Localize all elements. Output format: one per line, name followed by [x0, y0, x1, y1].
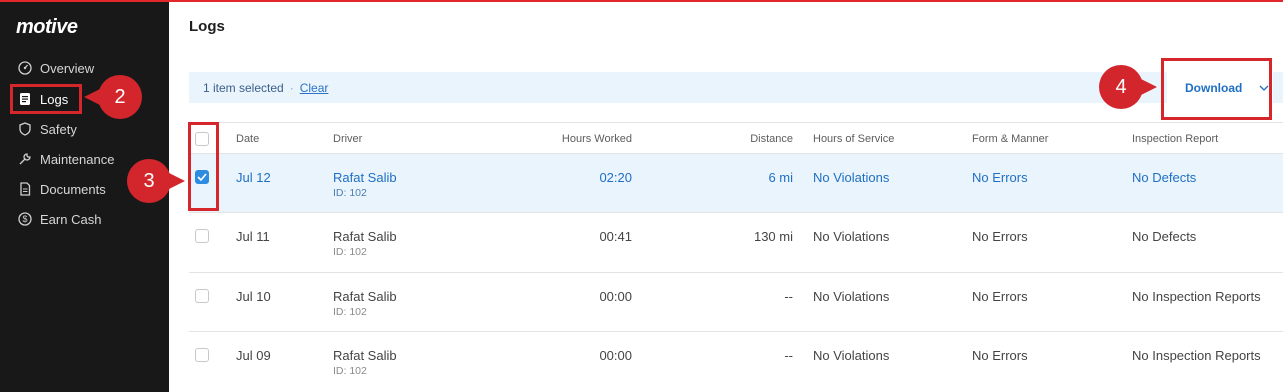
log-date[interactable]: Jul 09	[236, 348, 271, 363]
wrench-icon	[18, 152, 32, 166]
sidebar-item-earn-cash[interactable]: $ Earn Cash	[18, 209, 101, 229]
column-header-driver[interactable]: Driver	[333, 133, 362, 145]
shield-icon	[18, 122, 32, 136]
inspection-report[interactable]: No Inspection Reports	[1132, 289, 1261, 304]
callout-number: 4	[1115, 75, 1127, 98]
hours-worked: 02:20	[599, 170, 632, 185]
callout-4: 4	[1099, 65, 1157, 109]
sidebar-item-maintenance[interactable]: Maintenance	[18, 149, 114, 169]
distance: 6 mi	[768, 170, 793, 185]
document-icon	[18, 182, 32, 196]
form-manner[interactable]: No Errors	[972, 170, 1028, 185]
driver-id: ID: 102	[333, 306, 367, 318]
hours-of-service[interactable]: No Violations	[813, 289, 889, 304]
clear-selection-link[interactable]: Clear	[300, 81, 329, 95]
inspection-report[interactable]: No Defects	[1132, 170, 1196, 185]
driver-name[interactable]: Rafat Salib	[333, 348, 397, 363]
callout-number: 2	[114, 85, 126, 108]
log-date[interactable]: Jul 11	[236, 229, 270, 244]
sidebar-item-label: Overview	[40, 60, 95, 76]
sidebar-item-label: Documents	[40, 181, 106, 197]
driver-name[interactable]: Rafat Salib	[333, 289, 397, 304]
driver-id: ID: 102	[333, 246, 367, 258]
motive-logo[interactable]: motive	[16, 16, 78, 39]
column-header-distance[interactable]: Distance	[693, 133, 793, 145]
form-manner[interactable]: No Errors	[972, 348, 1028, 363]
row-checkbox[interactable]	[195, 229, 209, 243]
sidebar-item-documents[interactable]: Documents	[18, 179, 106, 199]
table-row[interactable]: Jul 11 Rafat Salib ID: 102 00:41 130 mi …	[189, 213, 1283, 271]
divider	[189, 122, 1283, 123]
callout-3: 3	[127, 159, 185, 203]
svg-text:$: $	[22, 214, 27, 224]
logs-highlight-box	[10, 84, 82, 114]
row-checkbox[interactable]	[195, 289, 209, 303]
column-header-inspection-report[interactable]: Inspection Report	[1132, 133, 1218, 145]
row-checkbox[interactable]	[195, 348, 209, 362]
distance: --	[784, 289, 793, 304]
table-row[interactable]: Jul 12 Rafat Salib ID: 102 02:20 6 mi No…	[189, 154, 1283, 212]
hours-worked: 00:00	[599, 289, 632, 304]
selection-count: 1 item selected	[203, 80, 284, 95]
hours-of-service[interactable]: No Violations	[813, 170, 889, 185]
inspection-report[interactable]: No Defects	[1132, 229, 1196, 244]
sidebar-item-safety[interactable]: Safety	[18, 119, 77, 139]
distance: --	[784, 348, 793, 363]
hours-worked: 00:41	[599, 229, 632, 244]
sidebar-item-label: Earn Cash	[40, 211, 102, 227]
hours-of-service[interactable]: No Violations	[813, 229, 889, 244]
sidebar-item-overview[interactable]: Overview	[18, 58, 94, 78]
page-title: Logs	[189, 18, 225, 35]
checkbox-highlight-box	[188, 122, 219, 211]
download-highlight-box	[1161, 58, 1272, 120]
inspection-report[interactable]: No Inspection Reports	[1132, 348, 1261, 363]
column-header-hours-worked[interactable]: Hours Worked	[532, 133, 632, 145]
driver-id: ID: 102	[333, 365, 367, 377]
callout-2: 2	[84, 75, 142, 119]
column-header-form-manner[interactable]: Form & Manner	[972, 133, 1048, 145]
sidebar-item-label: Maintenance	[40, 151, 115, 167]
log-date[interactable]: Jul 12	[236, 170, 271, 185]
table-row[interactable]: Jul 10 Rafat Salib ID: 102 00:00 -- No V…	[189, 273, 1283, 331]
sidebar-item-label: Safety	[40, 121, 77, 137]
overview-icon	[18, 61, 32, 75]
hours-worked: 00:00	[599, 348, 632, 363]
table-row[interactable]: Jul 09 Rafat Salib ID: 102 00:00 -- No V…	[189, 332, 1283, 390]
driver-name[interactable]: Rafat Salib	[333, 229, 397, 244]
distance: 130 mi	[753, 229, 793, 244]
log-date[interactable]: Jul 10	[236, 289, 271, 304]
hours-of-service[interactable]: No Violations	[813, 348, 889, 363]
driver-name[interactable]: Rafat Salib	[333, 170, 397, 185]
column-header-hours-of-service[interactable]: Hours of Service	[813, 133, 894, 145]
form-manner[interactable]: No Errors	[972, 289, 1028, 304]
selection-separator: ·	[289, 80, 294, 95]
form-manner[interactable]: No Errors	[972, 229, 1028, 244]
column-header-date[interactable]: Date	[236, 133, 259, 145]
callout-number: 3	[143, 169, 155, 192]
main-content: Logs 1 item selected · Clear Download Da…	[169, 2, 1283, 392]
dollar-icon: $	[18, 212, 32, 226]
driver-id: ID: 102	[333, 187, 367, 199]
